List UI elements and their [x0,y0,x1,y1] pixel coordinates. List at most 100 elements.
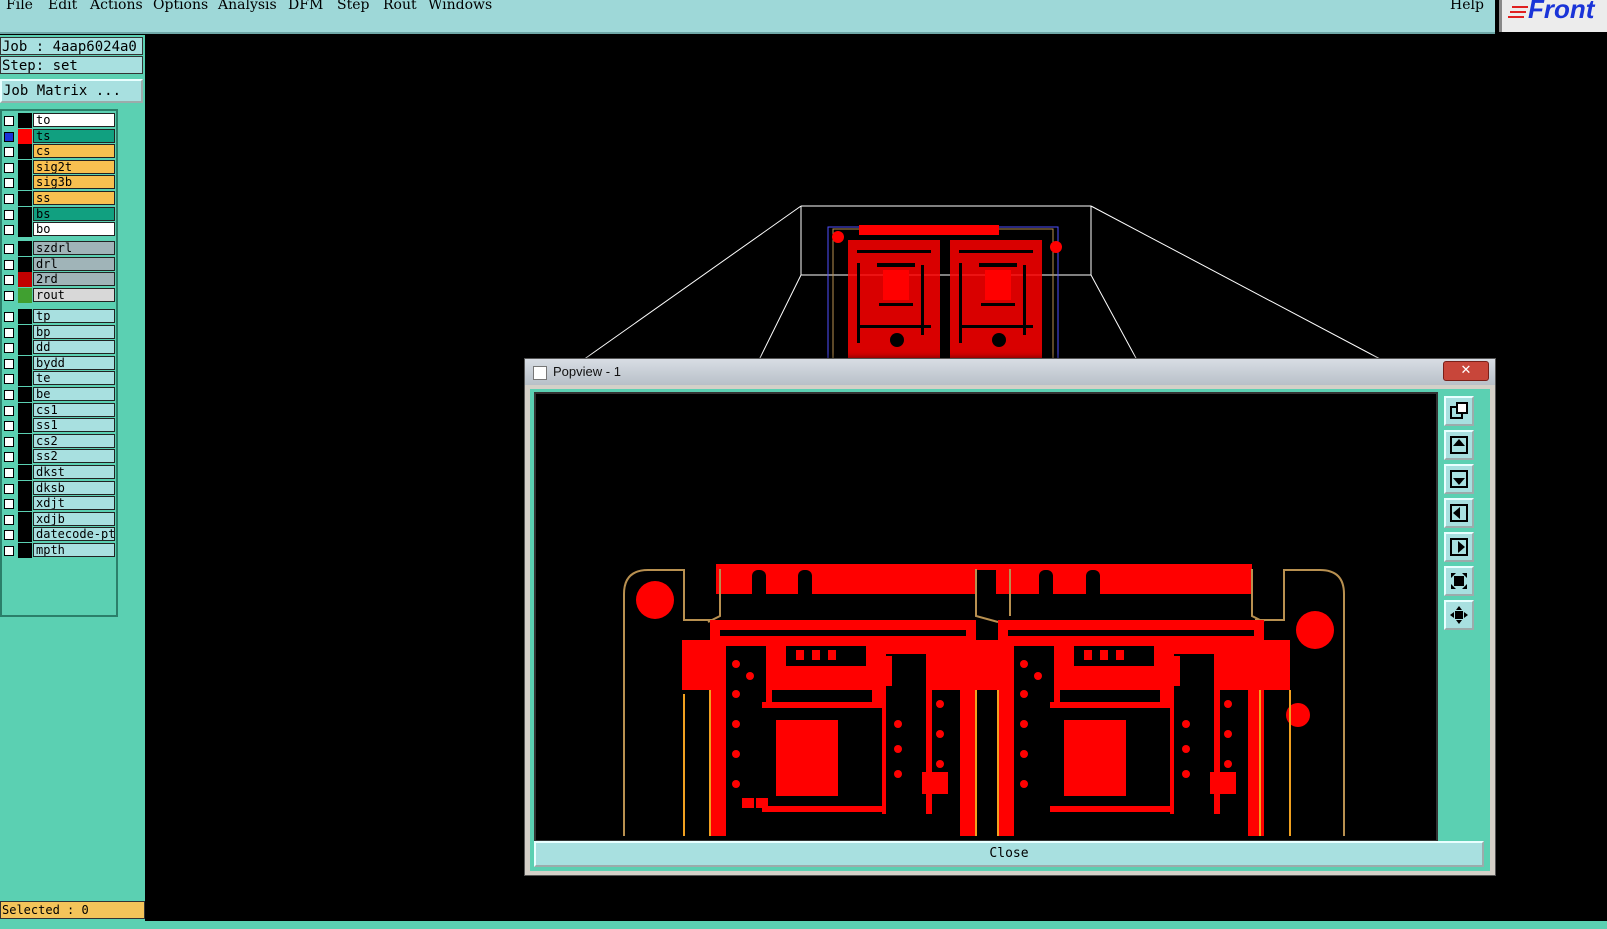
layer-row-drl[interactable]: drl [2,256,118,272]
layer-row-datecode-pte[interactable]: datecode-pte [2,527,118,543]
layer-name[interactable]: xdjb [33,511,115,526]
layer-row-ts[interactable]: ts [2,128,118,144]
layer-name[interactable]: bp [33,324,115,339]
layer-row-cs2[interactable]: cs2 [2,433,118,449]
menu-rout[interactable]: Rout [383,0,417,13]
layer-checkbox[interactable] [4,194,14,204]
popview-titlebar[interactable]: Popview - 1 ✕ [525,359,1495,385]
layer-checkbox[interactable] [4,468,14,478]
layer-checkbox[interactable] [4,244,14,254]
popview-canvas[interactable] [534,392,1438,842]
layer-name[interactable]: ss [33,191,115,205]
layer-checkbox[interactable] [4,546,14,556]
layer-checkbox[interactable] [4,259,14,270]
layer-row-tp[interactable]: tp [2,309,118,324]
menu-file[interactable]: File [6,0,33,13]
layer-checkbox[interactable] [4,499,14,510]
layer-row-sig3b[interactable]: sig3b [2,175,118,191]
layer-checkbox[interactable] [4,290,14,301]
menu-analysis[interactable]: Analysis [218,0,277,13]
menu-actions[interactable]: Actions [90,0,143,13]
zoom-in-button[interactable] [1444,566,1474,596]
layer-row-cs1[interactable]: cs1 [2,402,118,418]
layer-checkbox[interactable] [4,162,14,173]
layer-name[interactable]: rout [33,287,115,302]
layer-name[interactable]: szdrl [33,241,115,255]
layer-name[interactable]: dksb [33,480,115,495]
layer-name[interactable]: sig3b [33,175,115,190]
layer-row-bydd[interactable]: bydd [2,355,118,371]
layer-checkbox[interactable] [4,421,14,432]
pan-right-button[interactable] [1444,532,1474,562]
layer-checkbox[interactable] [4,514,14,525]
layer-checkbox[interactable] [4,178,14,189]
menu-dfm[interactable]: DFM [288,0,323,13]
layer-name[interactable]: ts [33,128,115,143]
layer-name[interactable]: drl [33,256,115,271]
layer-checkbox[interactable] [4,275,14,286]
menu-windows[interactable]: Windows [428,0,492,13]
pan-left-button[interactable] [1444,498,1474,528]
close-icon[interactable]: ✕ [1443,361,1489,381]
layer-name[interactable]: cs [33,144,115,159]
layer-row-szdrl[interactable]: szdrl [2,241,118,256]
layer-name[interactable]: ss2 [33,449,115,464]
layer-name[interactable]: to [33,113,115,127]
layer-checkbox[interactable] [4,225,14,236]
layer-checkbox[interactable] [4,327,14,338]
layer-row-2rd[interactable]: 2rd [2,272,118,288]
layer-name[interactable]: sig2t [33,159,115,174]
menu-options[interactable]: Options [153,0,208,13]
layer-row-ss[interactable]: ss [2,191,118,206]
layer-row-xdjb[interactable]: xdjb [2,511,118,527]
layer-row-te[interactable]: te [2,371,118,387]
layer-name[interactable]: cs1 [33,402,115,417]
layer-checkbox[interactable] [4,405,14,416]
layer-checkbox[interactable] [4,131,14,142]
layer-checkbox[interactable] [4,312,14,322]
zoom-home-button[interactable] [1444,396,1474,426]
layer-row-bp[interactable]: bp [2,324,118,340]
layer-checkbox[interactable] [4,483,14,494]
layer-name[interactable]: tp [33,309,115,323]
zoom-out-button[interactable] [1444,600,1474,630]
layer-checkbox[interactable] [4,147,14,158]
layer-checkbox[interactable] [4,209,14,220]
layer-name[interactable]: dd [33,340,115,355]
layer-row-to[interactable]: to [2,113,118,128]
layer-checkbox[interactable] [4,390,14,400]
layer-row-ss1[interactable]: ss1 [2,418,118,434]
menu-help[interactable]: Help [1450,0,1484,13]
layer-checkbox[interactable] [4,436,14,447]
layer-name[interactable]: cs2 [33,433,115,448]
layer-row-dkst[interactable]: dkst [2,465,118,480]
layer-row-cs[interactable]: cs [2,144,118,160]
layer-checkbox[interactable] [4,452,14,463]
layer-row-bs[interactable]: bs [2,206,118,222]
menu-step[interactable]: Step [337,0,369,13]
layer-row-xdjt[interactable]: xdjt [2,496,118,512]
layer-name[interactable]: 2rd [33,272,115,287]
layer-row-sig2t[interactable]: sig2t [2,159,118,175]
layer-row-be[interactable]: be [2,387,118,402]
layer-checkbox[interactable] [4,116,14,126]
layer-name[interactable]: be [33,387,115,401]
layer-name[interactable]: bydd [33,355,115,370]
layer-checkbox[interactable] [4,343,14,354]
layer-name[interactable]: datecode-pte [33,527,115,542]
popview-close-button[interactable]: Close [534,841,1484,867]
layer-checkbox[interactable] [4,358,14,369]
layer-checkbox[interactable] [4,374,14,385]
layer-name[interactable]: te [33,371,115,386]
pan-down-button[interactable] [1444,464,1474,494]
menu-edit[interactable]: Edit [48,0,77,13]
layer-row-rout[interactable]: rout [2,287,118,303]
pan-up-button[interactable] [1444,430,1474,460]
layer-row-bo[interactable]: bo [2,222,118,238]
layer-name[interactable]: bs [33,206,115,221]
layer-name[interactable]: xdjt [33,496,115,511]
layer-name[interactable]: bo [33,222,115,237]
job-matrix-button[interactable]: Job Matrix ... [0,79,143,103]
layer-name[interactable]: ss1 [33,418,115,433]
layer-row-mpth[interactable]: mpth [2,543,118,558]
